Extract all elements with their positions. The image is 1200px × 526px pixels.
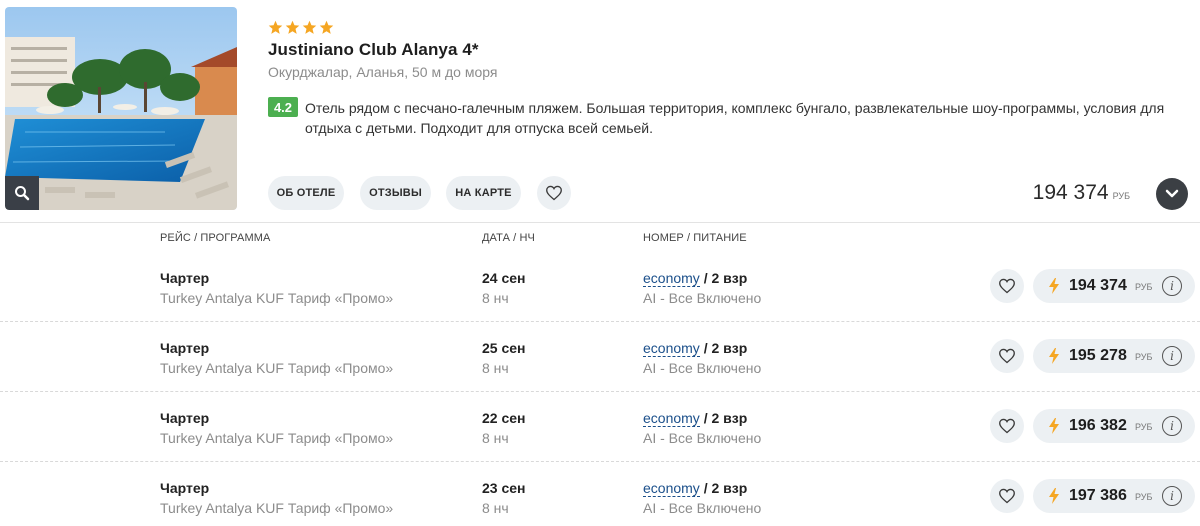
hotel-photo-image bbox=[5, 7, 237, 210]
heart-icon bbox=[546, 185, 562, 201]
offer-price: 195 278 bbox=[1069, 347, 1127, 364]
hotel-photo[interactable] bbox=[5, 7, 237, 210]
departure-date: 24 сен bbox=[482, 270, 526, 286]
departure-date: 25 сен bbox=[482, 340, 526, 356]
offer-row: Чартер Turkey Antalya KUF Тариф «Промо» … bbox=[0, 392, 1200, 462]
departure-date: 22 сен bbox=[482, 410, 526, 426]
tour-program: Turkey Antalya KUF Тариф «Промо» bbox=[160, 360, 394, 376]
info-icon[interactable]: i bbox=[1162, 486, 1182, 506]
room-type-link[interactable]: economy bbox=[643, 480, 700, 497]
occupancy: / 2 взр bbox=[699, 410, 748, 426]
favorite-button[interactable] bbox=[537, 176, 571, 210]
meal-plan: AI - Все Включено bbox=[643, 290, 762, 306]
hotel-location: Окурджалар, Аланья, 50 м до моря bbox=[268, 64, 498, 80]
offer-currency: РУБ bbox=[1135, 422, 1153, 432]
offer-price-button[interactable]: 197 386 РУБ i bbox=[1033, 479, 1195, 513]
reviews-button[interactable]: ОТЗЫВЫ bbox=[360, 176, 431, 210]
on-map-button[interactable]: НА КАРТЕ bbox=[446, 176, 521, 210]
meal-plan: AI - Все Включено bbox=[643, 430, 762, 446]
flight-type: Чартер bbox=[160, 480, 210, 496]
star-icon bbox=[268, 20, 283, 34]
hotel-name[interactable]: Justiniano Club Alanya 4* bbox=[268, 40, 479, 60]
offer-favorite-button[interactable] bbox=[990, 339, 1024, 373]
offer-price: 194 374 bbox=[1069, 277, 1127, 294]
offer-price: 197 386 bbox=[1069, 487, 1127, 504]
rating-badge: 4.2 bbox=[268, 97, 298, 117]
departure-date: 23 сен bbox=[482, 480, 526, 496]
tour-program: Turkey Antalya KUF Тариф «Промо» bbox=[160, 500, 394, 516]
room-info: economy / 2 взр bbox=[643, 270, 748, 287]
room-type-link[interactable]: economy bbox=[643, 410, 700, 427]
tour-program: Turkey Antalya KUF Тариф «Промо» bbox=[160, 430, 394, 446]
offer-price-button[interactable]: 194 374 РУБ i bbox=[1033, 269, 1195, 303]
lightning-icon bbox=[1049, 488, 1059, 504]
column-header-date: ДАТА / НЧ bbox=[482, 232, 535, 244]
room-type-link[interactable]: economy bbox=[643, 340, 700, 357]
info-icon[interactable]: i bbox=[1162, 276, 1182, 296]
lightning-icon bbox=[1049, 418, 1059, 434]
offer-favorite-button[interactable] bbox=[990, 479, 1024, 513]
offer-price-button[interactable]: 195 278 РУБ i bbox=[1033, 339, 1195, 373]
occupancy: / 2 взр bbox=[699, 480, 748, 496]
heart-icon bbox=[999, 348, 1015, 364]
heart-icon bbox=[999, 278, 1015, 294]
divider bbox=[0, 222, 1200, 223]
hotel-description: Отель рядом с песчано-галечным пляжем. Б… bbox=[305, 100, 1165, 136]
lightning-icon bbox=[1049, 278, 1059, 294]
star-icon bbox=[285, 20, 300, 34]
nights-count: 8 нч bbox=[482, 360, 509, 376]
room-info: economy / 2 взр bbox=[643, 340, 748, 357]
offer-currency: РУБ bbox=[1135, 492, 1153, 502]
occupancy: / 2 взр bbox=[699, 270, 748, 286]
magnifier-icon bbox=[15, 186, 30, 201]
heart-icon bbox=[999, 418, 1015, 434]
offer-row: Чартер Turkey Antalya KUF Тариф «Промо» … bbox=[0, 322, 1200, 392]
meal-plan: AI - Все Включено bbox=[643, 500, 762, 516]
meal-plan: AI - Все Включено bbox=[643, 360, 762, 376]
info-icon[interactable]: i bbox=[1162, 346, 1182, 366]
offer-row: Чартер Turkey Antalya KUF Тариф «Промо» … bbox=[0, 252, 1200, 322]
min-price-value: 194 374 bbox=[1032, 181, 1109, 204]
occupancy: / 2 взр bbox=[699, 340, 748, 356]
heart-icon bbox=[999, 488, 1015, 504]
zoom-button[interactable] bbox=[5, 176, 39, 210]
flight-type: Чартер bbox=[160, 270, 210, 286]
expand-button[interactable] bbox=[1156, 178, 1188, 210]
offer-price: 196 382 bbox=[1069, 417, 1127, 434]
flight-type: Чартер bbox=[160, 410, 210, 426]
nights-count: 8 нч bbox=[482, 430, 509, 446]
flight-type: Чартер bbox=[160, 340, 210, 356]
star-icon bbox=[302, 20, 317, 34]
hotel-stars bbox=[268, 20, 334, 35]
min-price: 194 374 РУБ bbox=[1033, 181, 1130, 205]
room-info: economy / 2 взр bbox=[643, 410, 748, 427]
lightning-icon bbox=[1049, 348, 1059, 364]
nights-count: 8 нч bbox=[482, 290, 509, 306]
min-price-currency: РУБ bbox=[1112, 191, 1130, 201]
offer-price-button[interactable]: 196 382 РУБ i bbox=[1033, 409, 1195, 443]
tour-program: Turkey Antalya KUF Тариф «Промо» bbox=[160, 290, 394, 306]
about-hotel-button[interactable]: ОБ ОТЕЛЕ bbox=[268, 176, 344, 210]
info-icon[interactable]: i bbox=[1162, 416, 1182, 436]
chevron-down-icon bbox=[1165, 189, 1179, 198]
column-header-flight: РЕЙС / ПРОГРАММА bbox=[160, 232, 271, 244]
offer-favorite-button[interactable] bbox=[990, 269, 1024, 303]
star-icon bbox=[319, 20, 334, 34]
offer-currency: РУБ bbox=[1135, 352, 1153, 362]
offer-currency: РУБ bbox=[1135, 282, 1153, 292]
offer-favorite-button[interactable] bbox=[990, 409, 1024, 443]
offer-row: Чартер Turkey Antalya KUF Тариф «Промо» … bbox=[0, 462, 1200, 526]
room-type-link[interactable]: economy bbox=[643, 270, 700, 287]
nights-count: 8 нч bbox=[482, 500, 509, 516]
column-header-room: НОМЕР / ПИТАНИЕ bbox=[643, 232, 747, 244]
room-info: economy / 2 взр bbox=[643, 480, 748, 497]
